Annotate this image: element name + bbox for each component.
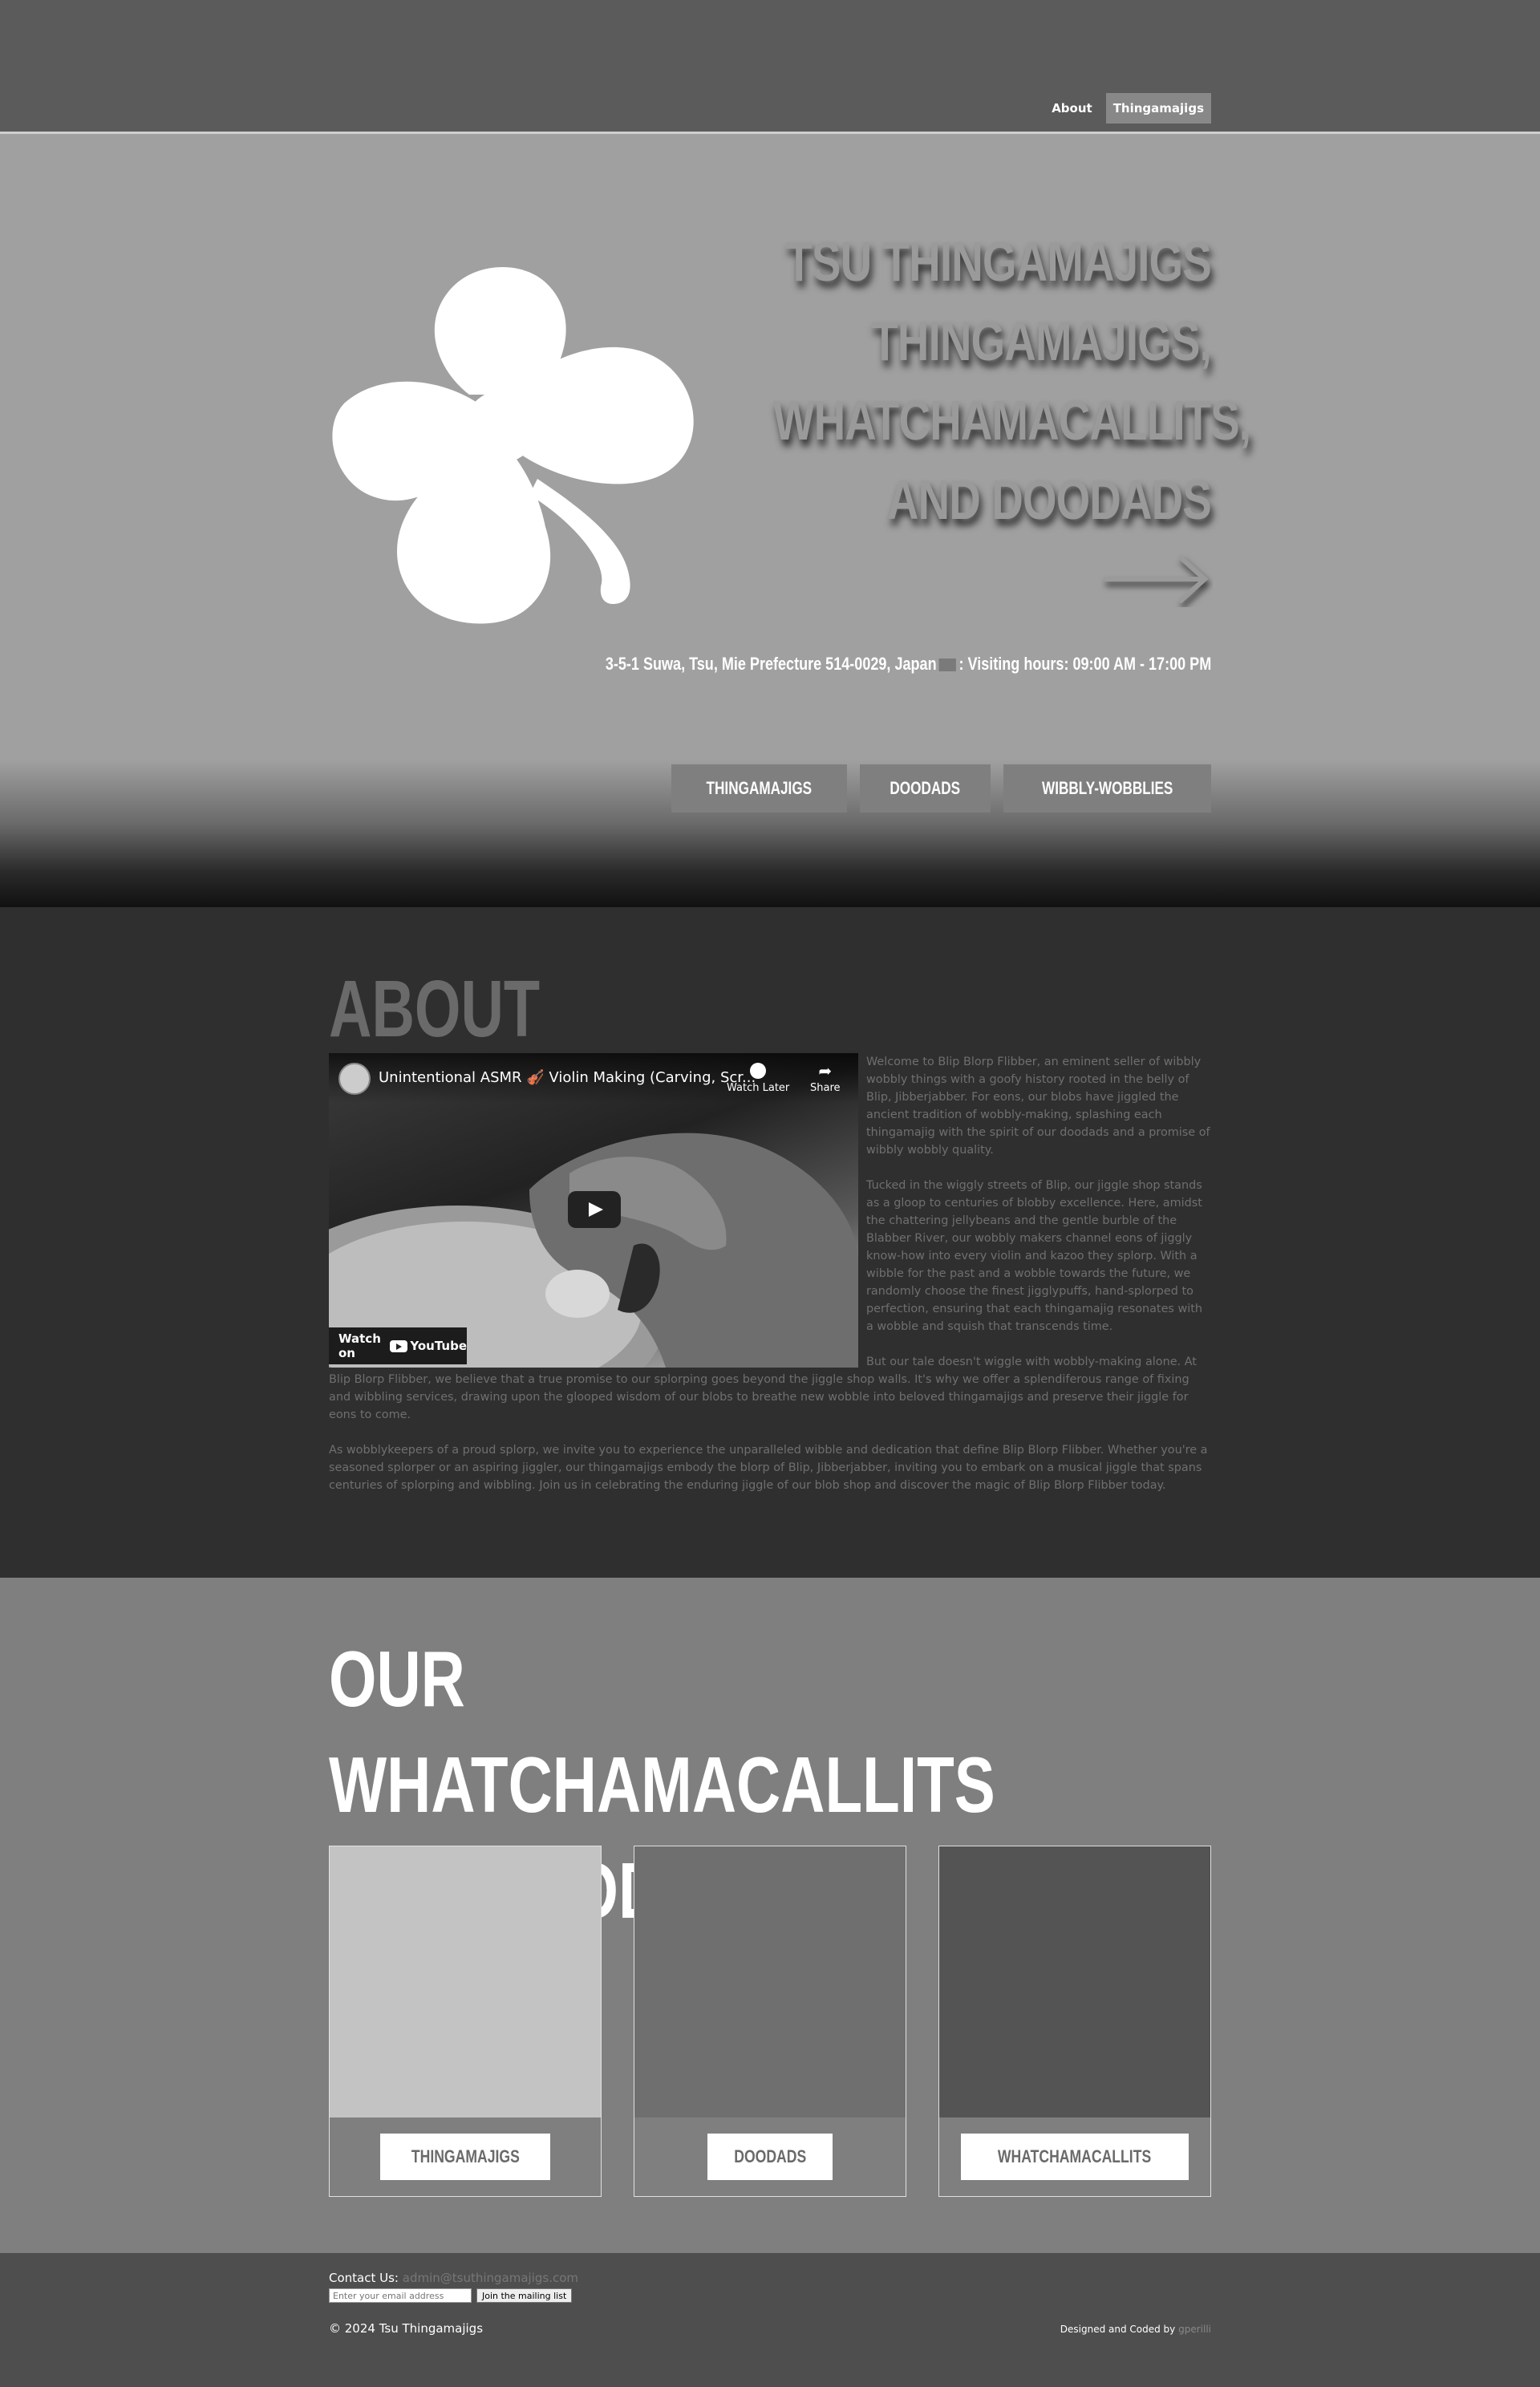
hero-button-label: THINGAMAJIGS xyxy=(706,778,813,798)
address-text: 3-5-1 Suwa, Tsu, Mie Prefecture 514-0029… xyxy=(605,654,937,674)
youtube-video-embed[interactable]: Unintentional ASMR 🎻 Violin Making (Carv… xyxy=(329,1053,858,1368)
contact-email-link[interactable]: admin@tsuthingamajigs.com xyxy=(403,2271,578,2285)
product-button-doodads[interactable]: DOODADS xyxy=(707,2134,833,2180)
hero-button-label: WIBBLY-WOBBLIES xyxy=(1041,778,1173,798)
products-section: OUR WHATCHAMACALLITS AND DOODADS THINGAM… xyxy=(0,1578,1540,2253)
top-navbar: About Thingamajigs xyxy=(0,0,1540,134)
product-cards: THINGAMAJIGS DOODADS WHATCHAMACALLITS xyxy=(329,1846,1211,2197)
map-icon[interactable] xyxy=(938,659,956,671)
arrow-right-icon[interactable] xyxy=(1100,551,1213,607)
hero-section: TSU THINGAMAJIGS THINGAMAJIGS, WHATCHAMA… xyxy=(0,134,1540,907)
video-title[interactable]: Unintentional ASMR 🎻 Violin Making (Carv… xyxy=(379,1069,756,1086)
nav-link-thingamajigs[interactable]: Thingamajigs xyxy=(1105,93,1211,124)
hero-title-line-4: AND DOODADS xyxy=(887,468,1212,531)
product-card-footer: DOODADS xyxy=(634,2118,906,2196)
product-button-thingamajigs[interactable]: THINGAMAJIGS xyxy=(379,2134,551,2180)
hero-title-line-3: WHATCHAMACALLITS, xyxy=(773,389,1251,452)
product-image xyxy=(634,1846,906,2118)
product-button-label: DOODADS xyxy=(734,2146,806,2166)
hero-button-wibbly-wobblies[interactable]: WIBBLY-WOBBLIES xyxy=(1003,764,1211,813)
play-button[interactable] xyxy=(568,1191,621,1228)
hero-title: TSU THINGAMAJIGS THINGAMAJIGS, WHATCHAMA… xyxy=(650,222,1251,540)
hero-button-doodads[interactable]: DOODADS xyxy=(860,764,991,813)
product-button-label: WHATCHAMACALLITS xyxy=(998,2146,1152,2166)
share-button[interactable]: ➦ Share xyxy=(810,1063,841,1094)
product-card-footer: WHATCHAMACALLITS xyxy=(939,2118,1210,2196)
credit-link[interactable]: gperilli xyxy=(1178,2324,1211,2335)
nav-link-about[interactable]: About xyxy=(1044,93,1100,124)
visiting-hours: : Visiting hours: 09:00 AM - 17:00 PM xyxy=(958,654,1211,674)
product-button-label: THINGAMAJIGS xyxy=(411,2146,520,2166)
contact-line: Contact Us: admin@tsuthingamajigs.com xyxy=(329,2271,578,2285)
email-input[interactable] xyxy=(329,2288,472,2303)
about-paragraph: As wobblykeepers of a proud splorp, we i… xyxy=(329,1444,1208,1492)
watch-on-youtube-button[interactable]: Watch on YouTube xyxy=(329,1327,467,1364)
watch-on-label: Watch on xyxy=(338,1331,381,1360)
watch-later-label: Watch Later xyxy=(727,1082,790,1094)
youtube-play-icon xyxy=(390,1339,408,1352)
product-button-whatchamacallits[interactable]: WHATCHAMACALLITS xyxy=(961,2134,1189,2180)
address-line: 3-5-1 Suwa, Tsu, Mie Prefecture 514-0029… xyxy=(606,654,1211,675)
hero-title-line-1: TSU THINGAMAJIGS xyxy=(785,230,1211,293)
credit: Designed and Coded by gperilli xyxy=(1060,2324,1211,2335)
watch-later-button[interactable]: Watch Later xyxy=(727,1063,789,1094)
channel-avatar[interactable] xyxy=(338,1063,371,1095)
product-card-footer: THINGAMAJIGS xyxy=(330,2118,601,2196)
hero-title-line-2: THINGAMAJIGS, xyxy=(871,310,1211,372)
clock-icon xyxy=(750,1063,767,1079)
footer: Contact Us: admin@tsuthingamajigs.com Jo… xyxy=(0,2253,1540,2387)
about-heading: ABOUT xyxy=(329,964,541,1054)
hero-button-label: DOODADS xyxy=(890,778,961,798)
copyright: © 2024 Tsu Thingamajigs xyxy=(329,2321,484,2336)
product-image xyxy=(939,1846,1210,2118)
product-card-whatchamacallits[interactable]: WHATCHAMACALLITS xyxy=(938,1846,1211,2197)
about-section: ABOUT Welcome to Blip Blorp Flibber, an … xyxy=(0,907,1540,1578)
youtube-logo: YouTube xyxy=(390,1339,467,1353)
join-mailing-list-button[interactable]: Join the mailing list xyxy=(476,2288,573,2303)
main-nav: About Thingamajigs xyxy=(1044,93,1211,124)
hero-button-thingamajigs[interactable]: THINGAMAJIGS xyxy=(671,764,848,813)
contact-label: Contact Us: xyxy=(329,2271,399,2285)
product-image xyxy=(330,1846,601,2118)
credit-label: Designed and Coded by xyxy=(1060,2324,1176,2335)
share-label: Share xyxy=(810,1082,841,1094)
share-icon: ➦ xyxy=(818,1061,833,1080)
product-card-doodads[interactable]: DOODADS xyxy=(634,1846,906,2197)
product-card-thingamajigs[interactable]: THINGAMAJIGS xyxy=(329,1846,602,2197)
mailing-list-form: Join the mailing list xyxy=(329,2288,573,2303)
hero-category-buttons: THINGAMAJIGS DOODADS WIBBLY-WOBBLIES xyxy=(671,764,1211,813)
